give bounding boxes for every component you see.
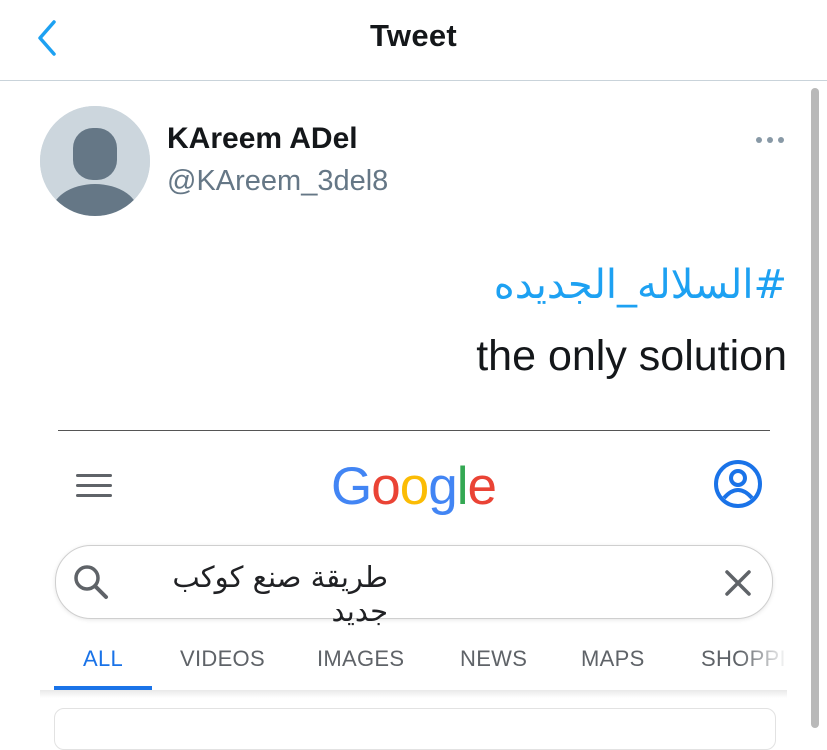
more-options-button[interactable]	[752, 128, 788, 152]
search-input[interactable]: طريقة صنع كوكب جديد	[140, 560, 388, 628]
google-logo: Google	[0, 456, 827, 517]
tabs-fade	[740, 640, 800, 688]
logo-letter: o	[399, 457, 430, 516]
search-tabs: ALL VIDEOS IMAGES NEWS MAPS SHOPPI	[54, 640, 794, 692]
page-title: Tweet	[369, 18, 458, 53]
avatar[interactable]	[40, 106, 150, 216]
author-handle[interactable]: @KAreem_3del8	[167, 165, 388, 198]
scrollbar[interactable]	[811, 88, 819, 728]
tab-all[interactable]: ALL	[83, 646, 123, 672]
tab-maps[interactable]: MAPS	[581, 646, 645, 672]
divider	[58, 430, 770, 431]
tab-videos[interactable]: VIDEOS	[180, 646, 265, 672]
tab-news[interactable]: NEWS	[460, 646, 527, 672]
close-icon	[725, 570, 751, 596]
logo-letter: o	[371, 457, 401, 516]
default-profile-icon	[40, 106, 150, 216]
logo-letter: e	[467, 457, 497, 516]
result-card[interactable]	[54, 708, 776, 750]
clear-search-button[interactable]	[720, 565, 756, 601]
tabs-shadow	[40, 690, 787, 698]
logo-letter: G	[331, 457, 372, 516]
account-circle-icon	[714, 460, 762, 508]
hashtag-link[interactable]: #السلاله_الجديده	[494, 262, 787, 308]
tab-images[interactable]: IMAGES	[317, 646, 404, 672]
account-button[interactable]	[712, 458, 764, 510]
author-name[interactable]: KAreem ADel	[167, 122, 358, 156]
tweet-text: the only solution	[476, 332, 787, 380]
logo-letter: l	[456, 457, 469, 516]
logo-letter: g	[428, 457, 458, 516]
search-icon[interactable]	[72, 563, 110, 601]
